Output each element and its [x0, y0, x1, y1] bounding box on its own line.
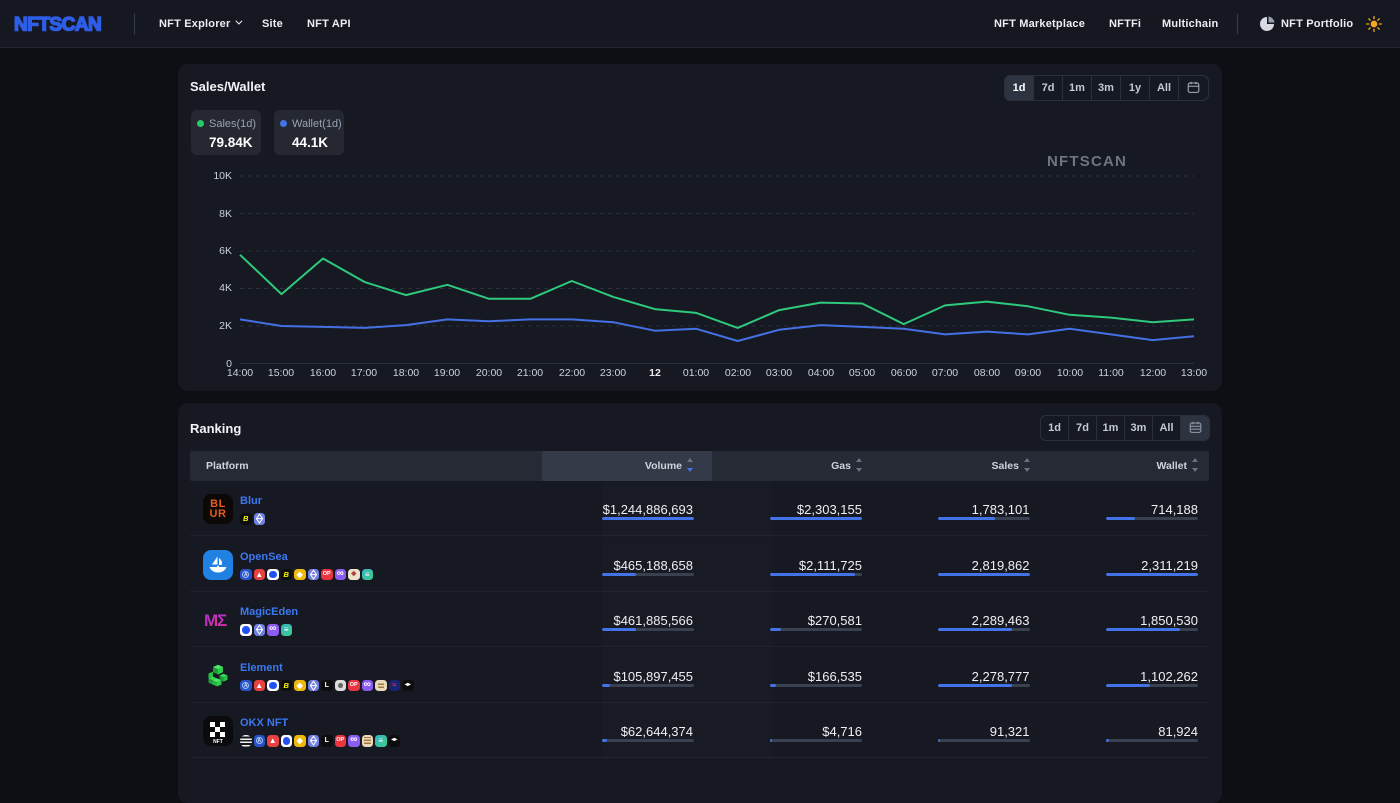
svg-text:NFT: NFT	[213, 739, 223, 745]
svg-text:NFTSCAN: NFTSCAN	[14, 15, 101, 36]
svg-text:Σ: Σ	[217, 611, 227, 630]
